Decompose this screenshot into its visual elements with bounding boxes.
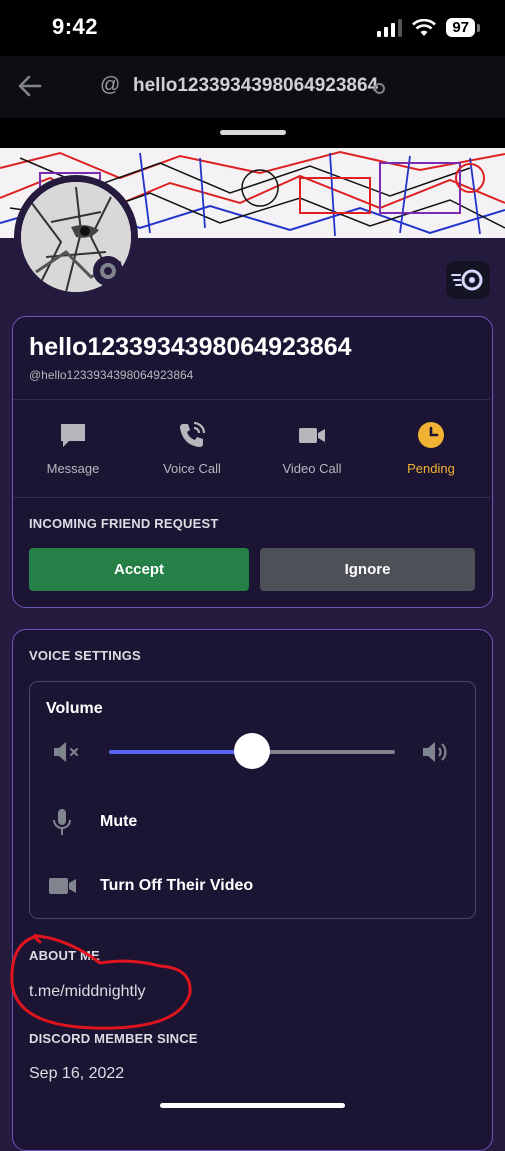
video-call-label: Video Call <box>282 461 342 476</box>
voice-settings-title: VOICE SETTINGS <box>29 648 141 663</box>
volume-slider-fill <box>109 750 252 754</box>
accept-button[interactable]: Accept <box>29 548 249 591</box>
voice-call-button[interactable]: Voice Call <box>152 420 232 476</box>
home-indicator[interactable] <box>160 1103 345 1108</box>
display-name: hello1233934398064923864 <box>29 333 352 361</box>
microphone-icon <box>53 809 71 835</box>
offline-status-badge <box>93 256 123 286</box>
mute-toggle[interactable]: Mute <box>100 813 137 831</box>
member-since-date: Sep 16, 2022 <box>29 1065 125 1082</box>
message-button[interactable]: Message <box>33 420 113 476</box>
about-me-title: ABOUT ME <box>29 948 100 963</box>
member-since-title: DISCORD MEMBER SINCE <box>29 1031 198 1046</box>
offline-status-icon <box>374 83 385 94</box>
status-time: 9:42 <box>52 14 99 39</box>
status-icons: 97 <box>376 18 480 37</box>
pending-label: Pending <box>407 461 455 476</box>
friend-request-title: INCOMING FRIEND REQUEST <box>29 516 219 531</box>
clock-icon <box>418 422 444 448</box>
at-symbol: @ <box>100 74 121 96</box>
status-bar: 9:42 97 <box>0 0 505 56</box>
username-handle: @hello1233934398064923864 <box>29 368 194 382</box>
chat-bubble-icon <box>61 424 85 447</box>
about-me-text[interactable]: t.me/middnightly <box>29 983 146 1001</box>
divider <box>13 399 490 400</box>
top-nav-bar: @ hello1233934398064923864 <box>0 56 505 118</box>
volume-slider-thumb[interactable] <box>234 733 270 769</box>
pending-button[interactable]: Pending <box>391 420 471 476</box>
turn-off-video-toggle[interactable]: Turn Off Their Video <box>100 877 253 895</box>
nitro-icon <box>451 269 483 291</box>
wifi-icon <box>412 18 437 36</box>
video-call-button[interactable]: Video Call <box>272 420 352 476</box>
video-camera-icon <box>49 878 76 894</box>
speaker-loud-icon[interactable] <box>421 739 451 765</box>
message-label: Message <box>46 461 100 476</box>
sheet-drag-handle[interactable] <box>220 130 286 135</box>
back-arrow-icon[interactable] <box>16 72 44 100</box>
voice-call-label: Voice Call <box>163 461 221 476</box>
divider <box>13 497 490 498</box>
ignore-button[interactable]: Ignore <box>260 548 475 591</box>
cellular-signal-icon <box>377 18 403 37</box>
nitro-badge-button[interactable] <box>446 261 490 299</box>
nav-username: hello1233934398064923864 <box>133 75 379 96</box>
volume-label: Volume <box>46 700 103 717</box>
speaker-muted-icon[interactable] <box>52 739 82 765</box>
phone-icon <box>180 421 206 447</box>
video-camera-icon <box>299 428 325 443</box>
battery-indicator: 97 <box>446 18 480 37</box>
